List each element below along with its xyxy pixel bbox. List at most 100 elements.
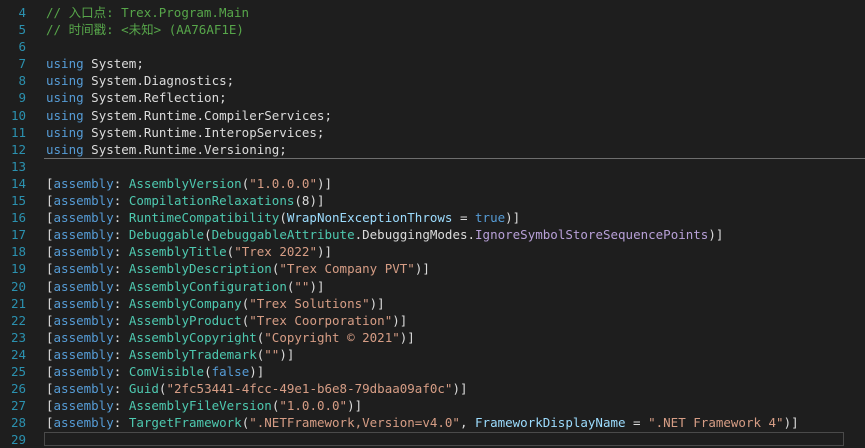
code-token-plain: , [459,415,476,431]
line-code[interactable]: [assembly: AssemblyCopyright("Copyright … [46,329,865,346]
code-line[interactable]: 22 [assembly: AssemblyProduct("Trex Coorp… [0,312,865,329]
line-code[interactable]: [assembly: AssemblyCompany("Trex Solutio… [46,295,865,312]
code-token-plain: )] [369,295,385,311]
code-token-plain: System.Diagnostics; [83,73,235,89]
code-token-plain: : [113,227,129,243]
code-lines[interactable]: 4 // 入口点: Trex.Program.Main 5 // 时间戳: <未知> … [0,4,865,448]
code-token-keyword: false [211,363,250,379]
code-line[interactable]: 15 [assembly: CompilationRelaxations(8)] [0,192,865,209]
line-code[interactable]: [assembly: AssemblyVersion("1.0.0.0")] [46,175,865,192]
code-token-keyword: assembly [53,210,114,226]
code-token-plain: ( [204,363,212,379]
line-code[interactable]: [assembly: AssemblyConfiguration("")] [46,278,865,295]
code-token-keyword: assembly [53,227,114,243]
code-line[interactable]: 25 [assembly: ComVisible(false)] [0,363,865,380]
code-token-plain: )] [347,398,363,414]
code-token-plain: : [113,415,129,431]
line-number: 17 [10,227,26,243]
line-code[interactable]: using System.Diagnostics; [46,72,865,89]
line-code[interactable]: using System.Reflection; [46,89,865,106]
line-code[interactable]: // 入口点: Trex.Program.Main [46,4,865,21]
line-number: 22 [10,312,26,328]
line-code[interactable]: using System.Runtime.Versioning; [46,141,865,158]
code-token-plain: = [625,415,649,431]
code-token-type: AssemblyCopyright [128,329,257,345]
line-number: 7 [18,56,26,72]
line-code[interactable]: [assembly: Debuggable(DebuggableAttribut… [46,226,865,243]
code-token-keyword: assembly [53,193,114,209]
code-line[interactable]: 27 [assembly: AssemblyFileVersion("1.0.0.… [0,397,865,414]
code-token-plain: )] [399,329,415,345]
line-code[interactable]: using System; [46,55,865,72]
code-token-plain: )] [316,175,333,191]
line-code[interactable]: [assembly: CompilationRelaxations(8)] [46,192,865,209]
code-line[interactable]: 5 // 时间戳: <未知> (AA76AF1E) [0,21,865,38]
line-code[interactable]: using System.Runtime.InteropServices; [46,124,865,141]
code-token-keyword: using [46,141,84,157]
code-token-type: RuntimeCompatibility [128,210,280,226]
line-number: 24 [10,346,26,362]
code-line[interactable]: 19 [assembly: AssemblyDescription("Trex C… [0,260,865,277]
code-token-keyword: assembly [53,398,114,414]
code-token-keyword: assembly [53,175,114,191]
line-number: 14 [10,175,26,191]
line-code[interactable]: [assembly: AssemblyProduct("Trex Coorpor… [46,312,865,329]
code-token-comment: // 时间戳: <未知> (AA76AF1E) [46,22,244,38]
code-line[interactable]: 26 [assembly: Guid("2fc53441-4fcc-49e1-b6… [0,380,865,397]
code-token-param: FrameworkDisplayName [475,415,626,431]
code-token-string: "Trex Company PVT" [279,261,415,277]
code-line[interactable]: 21 [assembly: AssemblyCompany("Trex Solut… [0,295,865,312]
line-number: 15 [10,193,26,209]
code-line[interactable]: 14 [assembly: AssemblyVersion("1.0.0.0")] [0,175,865,192]
code-line[interactable]: 11 using System.Runtime.InteropServices; [0,124,865,141]
line-code[interactable]: [assembly: RuntimeCompatibility(WrapNonE… [46,209,865,226]
code-line[interactable]: 28 [assembly: TargetFramework(".NETFramew… [0,414,865,431]
line-code[interactable]: [assembly: AssemblyDescription("Trex Com… [46,260,865,277]
code-line[interactable]: 7 using System; [0,55,865,72]
code-token-string: "" [294,278,310,294]
code-line[interactable]: 13 [0,158,865,175]
code-token-plain: )] [279,346,295,362]
code-token-plain: [ [46,381,54,397]
code-token-plain: : [113,278,129,294]
line-code[interactable]: [assembly: ComVisible(false)] [46,363,865,380]
code-token-keyword: assembly [53,346,114,362]
code-line[interactable]: 20 [assembly: AssemblyConfiguration("")] [0,278,865,295]
code-token-string: ".NET Framework 4" [648,415,784,431]
code-token-plain: [ [46,193,54,209]
code-token-plain: : [113,175,129,191]
code-line[interactable]: 18 [assembly: AssemblyTitle("Trex 2022")] [0,243,865,260]
line-code[interactable]: // 时间戳: <未知> (AA76AF1E) [46,21,865,38]
code-token-plain: ( [204,227,212,243]
code-token-keyword: using [46,56,84,72]
code-line[interactable]: 16 [assembly: RuntimeCompatibility(WrapNo… [0,209,865,226]
code-token-type: AssemblyTrademark [128,346,257,362]
line-code[interactable]: [assembly: AssemblyTrademark("")] [46,346,865,363]
code-token-type: AssemblyTitle [128,244,227,260]
code-line[interactable]: 12 using System.Runtime.Versioning; [0,141,865,159]
line-number: 12 [10,141,26,157]
line-code[interactable]: using System.Runtime.CompilerServices; [46,107,865,124]
code-token-param: WrapNonExceptionThrows [286,210,453,226]
line-number: 29 [10,432,26,448]
code-token-plain: [ [46,329,54,345]
line-number: 28 [10,415,26,431]
line-code[interactable]: [assembly: Guid("2fc53441-4fcc-49e1-b6e8… [46,380,865,397]
code-token-plain: [ [46,295,54,311]
code-line[interactable]: 9 using System.Reflection; [0,89,865,106]
code-line[interactable]: 17 [assembly: Debuggable(DebuggableAttrib… [0,226,865,243]
code-line[interactable]: 6 [0,38,865,55]
line-number: 26 [10,381,26,397]
code-line[interactable]: 10 using System.Runtime.CompilerServices; [0,107,865,124]
code-token-plain: )] [249,363,265,379]
code-line[interactable]: 4 // 入口点: Trex.Program.Main [0,4,865,21]
line-code[interactable]: [assembly: AssemblyFileVersion("1.0.0.0"… [46,397,865,414]
code-editor[interactable]: 4 // 入口点: Trex.Program.Main 5 // 时间戳: <未知> … [0,0,865,447]
code-line[interactable]: 8 using System.Diagnostics; [0,72,865,89]
line-code[interactable]: [assembly: AssemblyTitle("Trex 2022")] [46,243,865,260]
code-line[interactable]: 24 [assembly: AssemblyTrademark("")] [0,346,865,363]
line-number: 23 [10,329,26,345]
code-line[interactable]: 29 [0,431,865,448]
code-line[interactable]: 23 [assembly: AssemblyCopyright("Copyrigh… [0,329,865,346]
line-code[interactable]: [assembly: TargetFramework(".NETFramewor… [46,414,865,431]
